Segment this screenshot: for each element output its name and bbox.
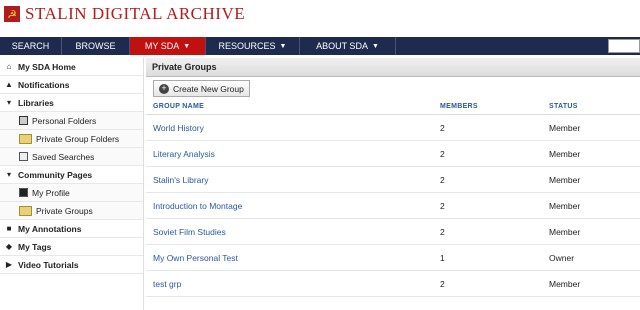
create-new-group-button[interactable]: + Create New Group [153,80,250,97]
header: ☭ STALIN DIGITAL ARCHIVE [0,0,640,37]
group-name-link[interactable]: test grp [146,279,434,289]
group-name-link[interactable]: Stalin's Library [146,175,434,185]
tag-icon: ◆ [5,242,13,251]
group-members: 2 [440,122,445,133]
sidebar-item-notifications[interactable]: ▲ Notifications [0,76,143,94]
sidebar-item-my-annotations[interactable]: ■ My Annotations [0,220,143,238]
column-header-members[interactable]: MEMBERS [434,103,544,110]
group-members: 2 [440,200,445,211]
sidebar-item-label: Libraries [18,97,54,108]
nav-browse-label: BROWSE [75,41,116,51]
table-row: Literary Analysis 2 Member [146,141,640,167]
sidebar-item-label: Video Tutorials [18,259,79,270]
nav-search-label: SEARCH [11,41,50,51]
group-status: Member [549,278,581,289]
group-icon [18,205,32,216]
hammer-sickle-icon: ☭ [4,6,20,22]
table-header: GROUP NAME MEMBERS STATUS [146,98,640,115]
nav-browse[interactable]: BROWSE [62,37,130,55]
sidebar-item-label: My Tags [18,241,52,252]
group-status: Member [549,226,581,237]
group-name-link[interactable]: Soviet Film Studies [146,227,434,237]
nav-about-label: ABOUT SDA [316,41,368,51]
nav-resources[interactable]: RESOURCES ▼ [206,37,300,55]
group-name-link[interactable]: Literary Analysis [146,149,434,159]
groups-table: GROUP NAME MEMBERS STATUS World History … [146,98,640,297]
sidebar-item-label: Notifications [18,79,70,90]
sidebar-item-my-sda-home[interactable]: ⌂ My SDA Home [0,58,143,76]
main-nav: SEARCH BROWSE MY SDA ▼ RESOURCES ▼ ABOUT… [0,37,640,55]
triangle-down-icon: ▾ [6,170,11,179]
sidebar-item-label: Personal Folders [32,115,97,126]
group-members: 2 [440,226,445,237]
table-row: My Own Personal Test 1 Owner [146,245,640,271]
main-content: Private Groups + Create New Group GROUP … [146,58,640,310]
play-icon: ▶ [5,260,13,269]
sidebar-item-video-tutorials[interactable]: ▶ Video Tutorials [0,256,143,274]
sidebar-item-label: Private Group Folders [36,133,120,144]
sidebar-item-personal-folders[interactable]: Personal Folders [0,112,143,130]
sidebar-item-libraries[interactable]: ▾ Libraries [0,94,143,112]
sidebar-item-label: Community Pages [18,169,93,180]
create-new-group-label: Create New Group [173,83,244,94]
group-members: 2 [440,174,445,185]
site-logo[interactable]: ☭ STALIN DIGITAL ARCHIVE [4,4,245,24]
saved-search-icon [18,152,28,162]
nav-about-sda[interactable]: ABOUT SDA ▼ [300,37,396,55]
table-row: Soviet Film Studies 2 Member [146,219,640,245]
nav-search[interactable]: SEARCH [0,37,62,55]
column-header-status[interactable]: STATUS [544,103,640,110]
sidebar-item-my-tags[interactable]: ◆ My Tags [0,238,143,256]
group-name-link[interactable]: Introduction to Montage [146,201,434,211]
sidebar-item-label: My Profile [32,187,70,198]
sidebar-item-community-pages[interactable]: ▾ Community Pages [0,166,143,184]
person-folder-icon [18,116,28,126]
sidebar-item-label: Saved Searches [32,151,95,162]
chevron-down-icon: ▼ [279,42,287,50]
group-members: 2 [440,148,445,159]
sidebar-item-private-groups[interactable]: Private Groups [0,202,143,220]
sidebar-item-saved-searches[interactable]: Saved Searches [0,148,143,166]
group-members: 2 [440,278,445,289]
group-status: Owner [549,252,575,263]
profile-icon [18,188,28,198]
sidebar-item-label: My SDA Home [18,61,76,72]
group-members: 1 [440,252,445,263]
alert-icon: ▲ [5,80,13,89]
group-name-link[interactable]: My Own Personal Test [146,253,434,263]
sidebar-item-label: My Annotations [18,223,82,234]
nav-my-sda[interactable]: MY SDA ▼ [130,37,206,55]
group-status: Member [549,122,581,133]
nav-resources-label: RESOURCES [218,41,276,51]
group-name-link[interactable]: World History [146,123,434,133]
site-title: STALIN DIGITAL ARCHIVE [25,4,246,23]
group-folder-icon [18,133,32,144]
group-status: Member [549,148,581,159]
chevron-down-icon: ▼ [371,42,379,50]
triangle-down-icon: ▾ [6,98,11,107]
sidebar-item-label: Private Groups [36,205,93,216]
search-input[interactable] [608,39,640,53]
group-status: Member [549,174,581,185]
sidebar-item-private-group-folders[interactable]: Private Group Folders [0,130,143,148]
group-status: Member [549,200,581,211]
table-row: Introduction to Montage 2 Member [146,193,640,219]
sidebar: ⌂ My SDA Home ▲ Notifications ▾ Librarie… [0,58,144,310]
table-row: World History 2 Member [146,115,640,141]
table-row: test grp 2 Member [146,271,640,297]
table-row: Stalin's Library 2 Member [146,167,640,193]
chevron-down-icon: ▼ [183,42,191,50]
home-icon: ⌂ [6,62,12,71]
annotation-icon: ■ [6,224,12,233]
plus-icon: + [159,83,169,94]
page-title: Private Groups [146,58,640,77]
sidebar-item-my-profile[interactable]: My Profile [0,184,143,202]
nav-my-sda-label: MY SDA [144,41,180,51]
column-header-group-name[interactable]: GROUP NAME [146,103,434,110]
